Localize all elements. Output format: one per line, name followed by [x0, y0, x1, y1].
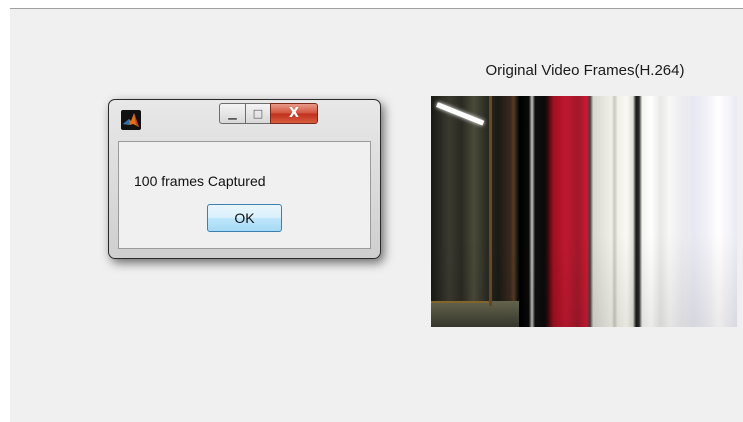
axes-title: Original Video Frames(H.264)	[485, 62, 685, 79]
message-dialog: ▁ □ X 100 frames Captured OK	[108, 99, 381, 259]
close-button[interactable]: X	[270, 103, 318, 124]
maximize-icon: □	[252, 107, 264, 120]
video-shade-overlay	[431, 96, 737, 327]
dialog-client-area: 100 frames Captured OK	[118, 141, 371, 249]
minimize-icon: ▁	[228, 107, 237, 120]
matlab-icon	[121, 110, 141, 130]
close-icon: X	[288, 106, 300, 121]
dialog-message: 100 frames Captured	[134, 173, 266, 189]
maximize-button[interactable]: □	[245, 103, 271, 124]
minimize-button[interactable]: ▁	[219, 103, 246, 124]
ok-button[interactable]: OK	[207, 204, 282, 232]
video-frame-image	[431, 96, 737, 327]
